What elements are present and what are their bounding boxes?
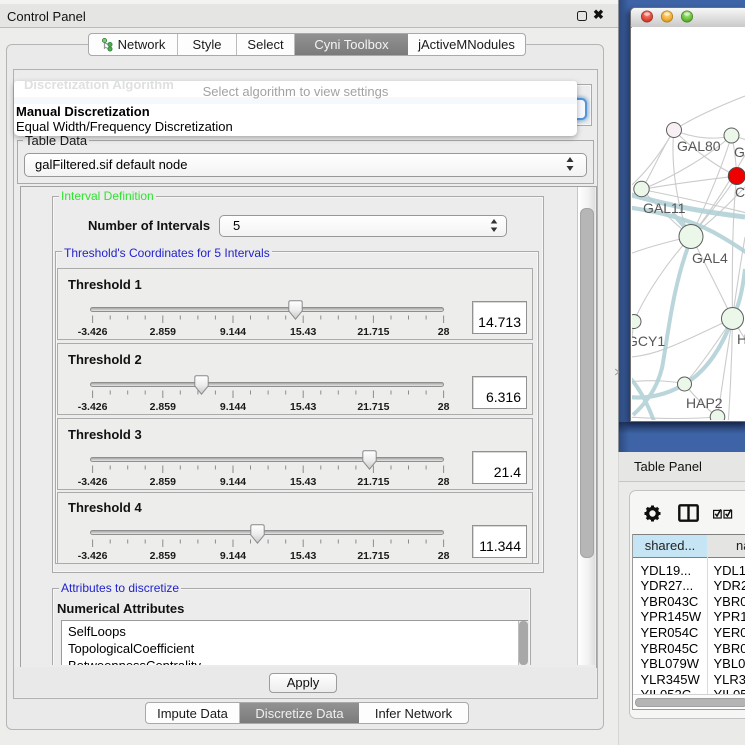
svg-text:C...: C... — [735, 184, 745, 200]
svg-text:GAL4: GAL4 — [692, 250, 728, 266]
svg-text:HAP1: HAP1 — [737, 331, 745, 347]
svg-text:GAL80: GAL80 — [677, 138, 721, 154]
svg-text:G...: G... — [734, 144, 745, 160]
svg-text:HAP2: HAP2 — [686, 395, 723, 411]
svg-text:GAL11: GAL11 — [643, 200, 686, 216]
svg-text:GCY1: GCY1 — [632, 333, 665, 349]
